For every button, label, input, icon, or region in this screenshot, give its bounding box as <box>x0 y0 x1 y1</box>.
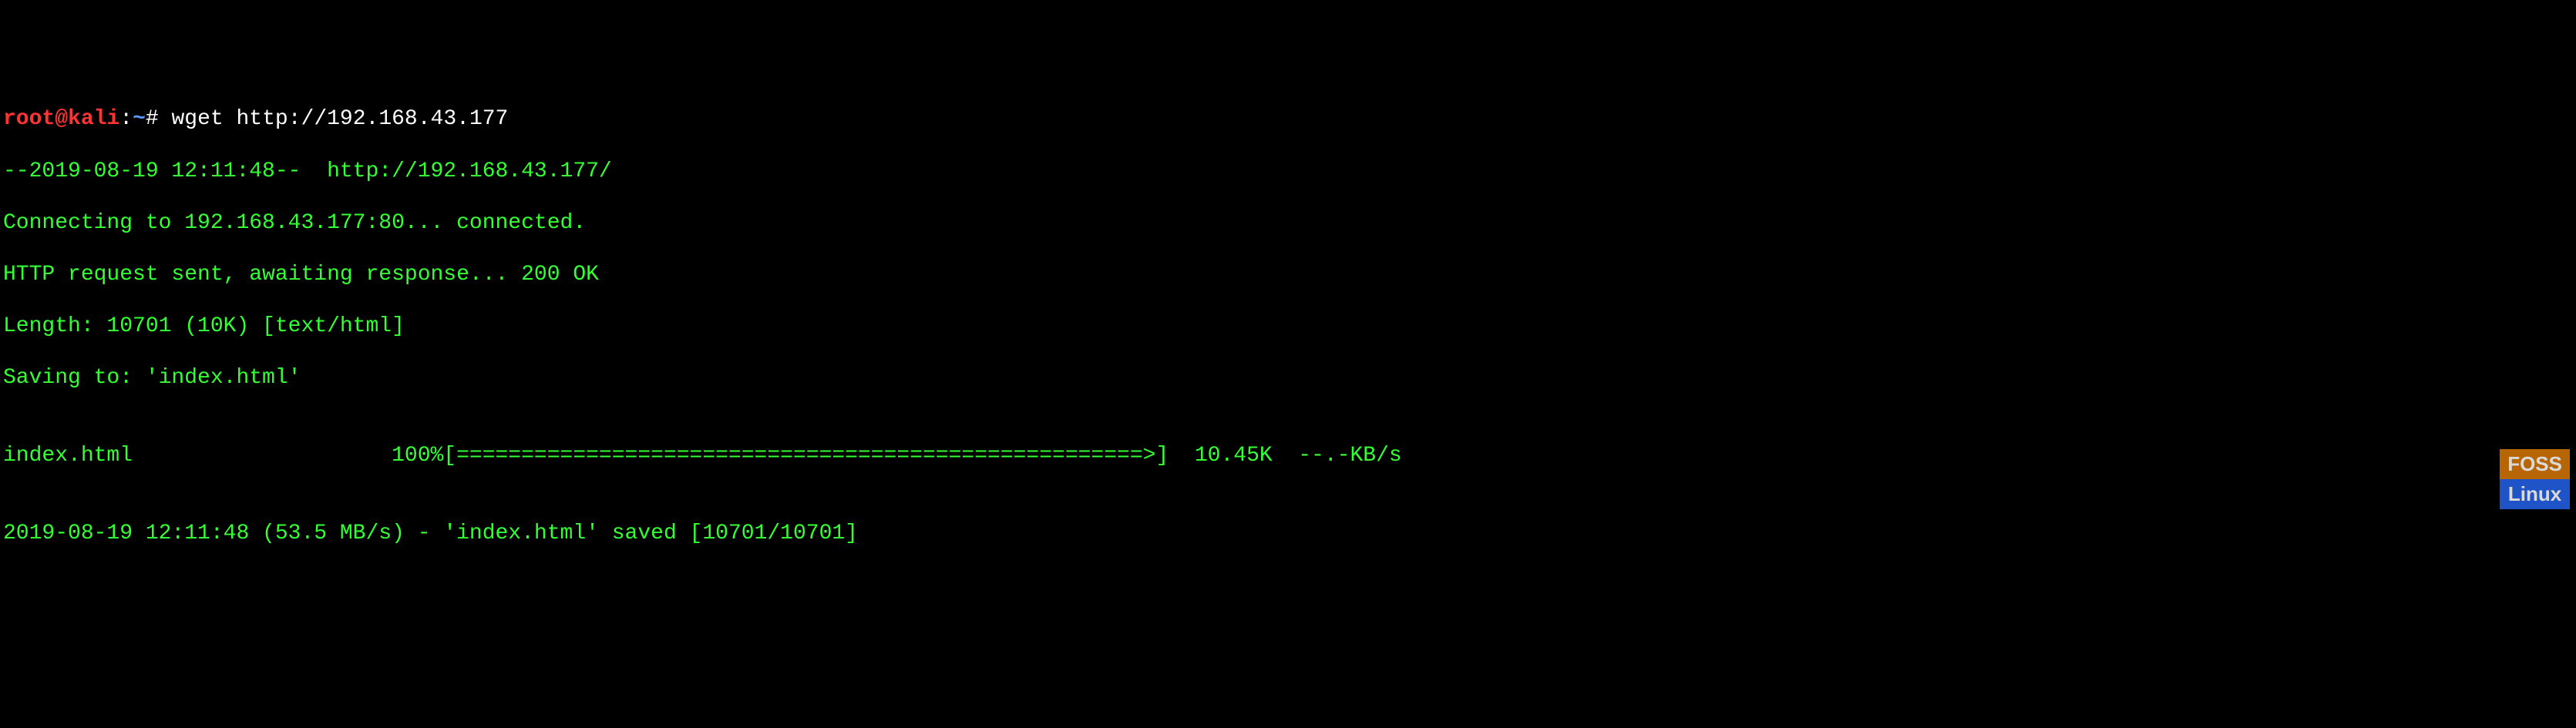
output-line-9-saved: 2019-08-19 12:11:48 (53.5 MB/s) - 'index… <box>3 521 2573 547</box>
watermark-logo: FOSS Linux <box>2500 449 2570 509</box>
output-line-1: --2019-08-19 12:11:48-- http://192.168.4… <box>3 159 2573 185</box>
output-line-4: Length: 10701 (10K) [text/html] <box>3 314 2573 340</box>
prompt-path: ~ <box>133 107 146 131</box>
prompt-host: kali <box>68 107 119 131</box>
prompt-line[interactable]: root@kali:~# wget http://192.168.43.177 <box>3 106 2573 133</box>
output-line-7-progress: index.html 100%[========================… <box>3 443 2573 469</box>
output-line-3: HTTP request sent, awaiting response... … <box>3 262 2573 288</box>
prompt-at: @ <box>55 107 68 131</box>
watermark-foss: FOSS <box>2500 449 2570 479</box>
watermark-linux: Linux <box>2500 479 2570 509</box>
command-text: wget http://192.168.43.177 <box>171 107 508 131</box>
output-line-2: Connecting to 192.168.43.177:80... conne… <box>3 210 2573 237</box>
output-line-5: Saving to: 'index.html' <box>3 365 2573 391</box>
prompt-hash: # <box>146 107 172 131</box>
prompt-user: root <box>3 107 55 131</box>
prompt-colon: : <box>119 107 133 131</box>
